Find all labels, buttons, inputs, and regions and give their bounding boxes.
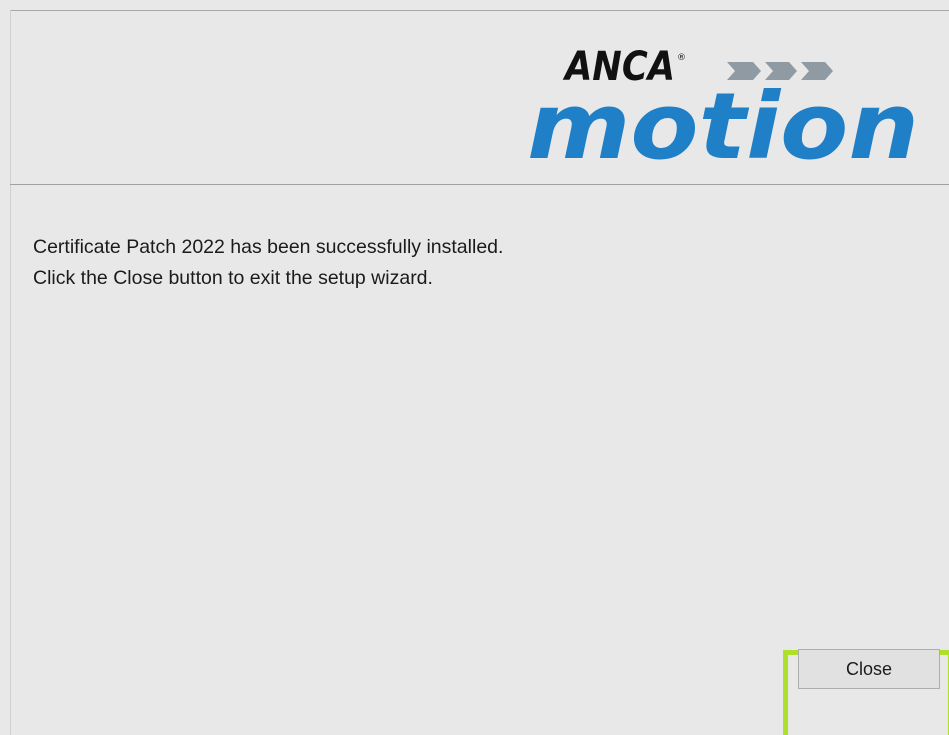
completion-message: Certificate Patch 2022 has been successf…	[33, 232, 913, 294]
message-line-1: Certificate Patch 2022 has been successf…	[33, 236, 504, 258]
logo-registered-mark: ®	[677, 53, 686, 63]
close-button[interactable]: Close	[798, 649, 940, 689]
header-divider	[10, 184, 949, 185]
message-line-2: Click the Close button to exit the setup…	[33, 267, 433, 289]
setup-wizard-window: ANCA ® motion Certificate Patch 2022 has…	[0, 0, 949, 735]
anca-motion-logo: ANCA ® motion	[527, 44, 919, 165]
logo-brand-bottom: motion	[527, 73, 919, 165]
